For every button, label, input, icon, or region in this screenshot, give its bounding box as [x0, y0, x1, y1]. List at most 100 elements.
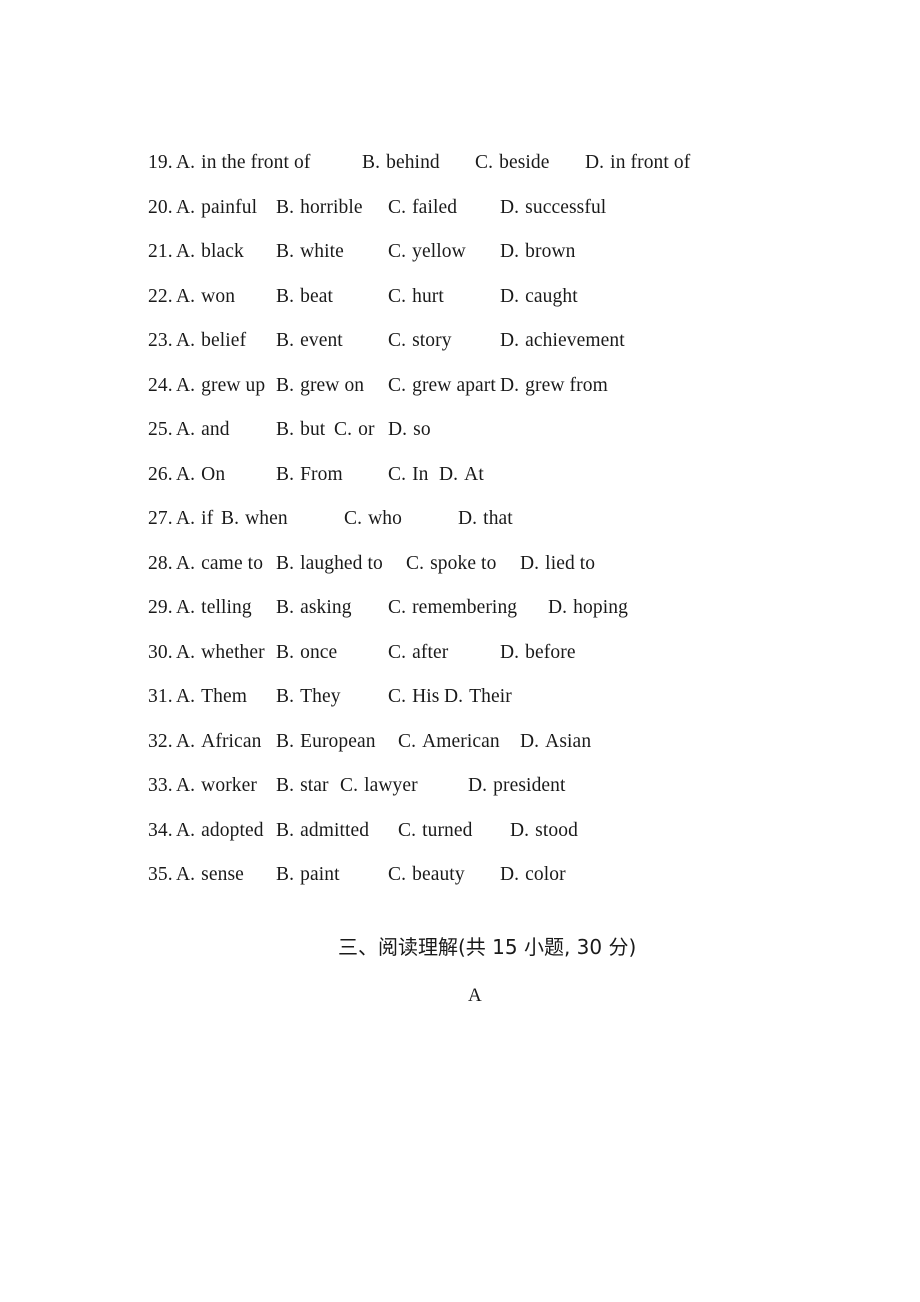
answer-option[interactable]: B. star: [276, 764, 329, 809]
option-letter: C.: [398, 730, 417, 752]
answer-option[interactable]: B. once: [276, 631, 337, 676]
answer-option[interactable]: C. who: [344, 497, 402, 542]
answer-option[interactable]: D. so: [388, 408, 431, 453]
answer-option[interactable]: A. belief: [176, 319, 246, 364]
option-letter: D.: [500, 330, 520, 351]
answer-option[interactable]: A. sense: [176, 853, 244, 898]
answer-option[interactable]: C. hurt: [388, 275, 444, 320]
answer-option[interactable]: A. black: [176, 230, 244, 275]
answer-option[interactable]: D. successful: [500, 186, 606, 231]
answer-option[interactable]: B. paint: [276, 853, 340, 898]
answer-option[interactable]: D. that: [458, 497, 513, 542]
answer-option[interactable]: B. From: [276, 453, 343, 498]
answer-option[interactable]: A. telling: [176, 586, 252, 631]
answer-option[interactable]: A. grew up: [176, 364, 265, 409]
answer-option[interactable]: B. European: [276, 720, 376, 765]
option-text: hoping: [573, 597, 628, 618]
question-row: 25. A. and B. but C. or D. so: [148, 408, 868, 453]
answer-option[interactable]: D. Their: [444, 675, 512, 720]
document-page: 19. A. in the front of B. behind C. beside D. in…: [0, 0, 920, 1302]
answer-option[interactable]: B. beat: [276, 275, 333, 320]
option-letter: B.: [276, 374, 295, 396]
answer-option[interactable]: D. achievement: [500, 319, 625, 364]
answer-option[interactable]: A. African: [176, 720, 261, 765]
answer-option[interactable]: C. turned: [398, 809, 473, 854]
answer-option[interactable]: A. Them: [176, 675, 247, 720]
question-number: 19.: [148, 152, 173, 173]
option-text: beside: [499, 152, 550, 173]
answer-option[interactable]: D. At: [439, 453, 484, 498]
option-text: telling: [201, 597, 252, 618]
answer-option[interactable]: C. story: [388, 319, 452, 364]
answer-option[interactable]: B. They: [276, 675, 341, 720]
answer-option[interactable]: A. On: [176, 453, 225, 498]
option-letter: D.: [500, 641, 520, 663]
option-text: beauty: [412, 864, 465, 885]
answer-option[interactable]: D. in front of: [585, 141, 690, 186]
option-letter: A.: [176, 864, 196, 885]
answer-option[interactable]: D. brown: [500, 230, 576, 275]
answer-option[interactable]: D. president: [468, 764, 566, 809]
answer-option[interactable]: D. stood: [510, 809, 578, 854]
answer-option[interactable]: A. worker: [176, 764, 257, 809]
option-letter: B.: [362, 152, 381, 173]
answer-option[interactable]: B. grew on: [276, 364, 364, 409]
answer-option[interactable]: C. lawyer: [340, 764, 418, 809]
option-text: American: [422, 730, 500, 752]
option-letter: C.: [388, 641, 407, 663]
option-text: African: [201, 730, 262, 752]
answer-option[interactable]: C. failed: [388, 186, 457, 231]
answer-option[interactable]: C. spoke to: [406, 542, 496, 587]
option-letter: B.: [276, 330, 295, 351]
option-text: or: [358, 419, 375, 440]
answer-option[interactable]: B. event: [276, 319, 343, 364]
answer-option[interactable]: D. caught: [500, 275, 578, 320]
answer-option[interactable]: D. before: [500, 631, 576, 676]
option-text: if: [201, 508, 214, 529]
answer-option[interactable]: C. In: [388, 453, 429, 498]
answer-option[interactable]: C. after: [388, 631, 448, 676]
answer-option[interactable]: D. color: [500, 853, 566, 898]
answer-option[interactable]: C. yellow: [388, 230, 466, 275]
answer-option[interactable]: C. beauty: [388, 853, 465, 898]
answer-option[interactable]: C. grew apart: [388, 364, 496, 409]
option-text: adopted: [201, 819, 264, 841]
answer-option[interactable]: C. His: [388, 675, 439, 720]
option-text: achievement: [525, 330, 625, 351]
answer-option[interactable]: A. and: [176, 408, 230, 453]
answer-option[interactable]: D. Asian: [520, 720, 591, 765]
answer-option[interactable]: A. adopted: [176, 809, 264, 854]
answer-option[interactable]: C. remembering: [388, 586, 517, 631]
answer-option[interactable]: D. lied to: [520, 542, 595, 587]
question-row: 35. A. sense B. paint C. beauty D. color: [148, 853, 868, 898]
answer-option[interactable]: C. beside: [475, 141, 550, 186]
answer-option[interactable]: B. laughed to: [276, 542, 383, 587]
answer-option[interactable]: D. grew from: [500, 364, 608, 409]
option-letter: A.: [176, 463, 196, 485]
answer-option[interactable]: A. in the front of: [176, 141, 310, 186]
answer-option[interactable]: B. white: [276, 230, 344, 275]
option-text: successful: [525, 196, 607, 218]
option-text: white: [300, 241, 344, 262]
answer-option[interactable]: A. came to: [176, 542, 263, 587]
option-text: His: [412, 686, 440, 707]
answer-option[interactable]: B. when: [221, 497, 288, 542]
answer-option[interactable]: A. won: [176, 275, 235, 320]
answer-option[interactable]: B. horrible: [276, 186, 363, 231]
answer-option[interactable]: B. but: [276, 408, 325, 453]
option-letter: A.: [176, 552, 196, 574]
option-letter: C.: [388, 241, 407, 262]
answer-option[interactable]: D. hoping: [548, 586, 628, 631]
passage-label-text: A: [468, 985, 482, 1006]
answer-option[interactable]: A. if: [176, 497, 213, 542]
answer-option[interactable]: B. admitted: [276, 809, 369, 854]
answer-option[interactable]: A. painful: [176, 186, 257, 231]
option-text: European: [300, 730, 376, 752]
option-letter: D.: [500, 241, 520, 262]
answer-option[interactable]: A. whether: [176, 631, 265, 676]
answer-option[interactable]: B. asking: [276, 586, 352, 631]
option-text: and: [201, 419, 230, 440]
answer-option[interactable]: C. American: [398, 720, 500, 765]
answer-option[interactable]: C. or: [334, 408, 375, 453]
answer-option[interactable]: B. behind: [362, 141, 440, 186]
